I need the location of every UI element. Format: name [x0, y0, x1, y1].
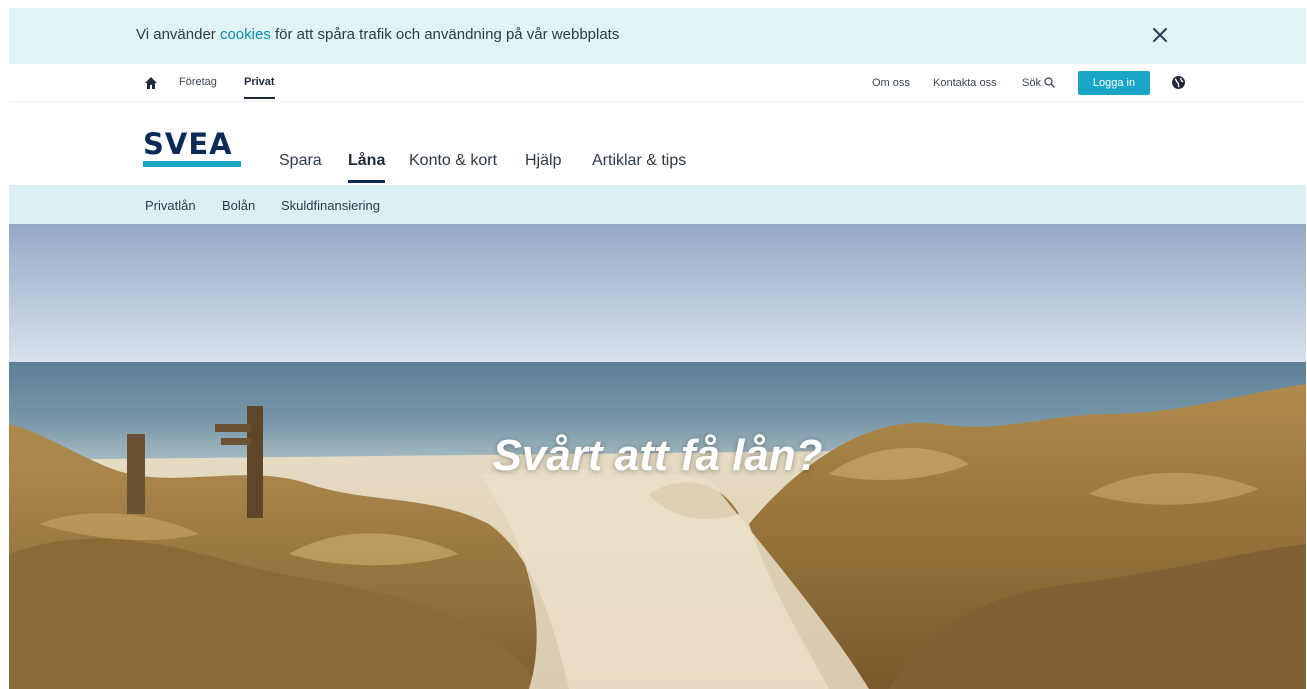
cookie-message: Vi använder cookies för att spåra trafik… [136, 26, 619, 43]
nav-konto-kort[interactable]: Konto & kort [409, 152, 497, 170]
cookie-banner: Vi använder cookies för att spåra trafik… [9, 8, 1306, 64]
segment-privat[interactable]: Privat [244, 76, 275, 99]
sub-navigation: Privatlån Bolån Skuldfinansiering [9, 185, 1306, 224]
subnav-skuldfinansiering[interactable]: Skuldfinansiering [281, 198, 380, 213]
subnav-bolan[interactable]: Bolån [222, 198, 255, 213]
login-button[interactable]: Logga in [1078, 71, 1150, 95]
nav-artiklar-tips[interactable]: Artiklar & tips [592, 152, 686, 170]
logo-underline [143, 161, 241, 167]
search-label: Sök [1022, 77, 1041, 89]
hero-banner: Svårt att få lån? [9, 224, 1306, 689]
nav-hjalp[interactable]: Hjälp [525, 152, 561, 170]
cookie-text-after: för att spåra trafik och användning på v… [270, 26, 620, 43]
logo-text: SVEA [143, 127, 233, 161]
globe-icon[interactable] [1171, 75, 1186, 90]
close-icon[interactable] [1149, 24, 1171, 46]
svea-logo[interactable]: SVEA [143, 129, 243, 169]
kontakta-oss-link[interactable]: Kontakta oss [933, 77, 997, 89]
om-oss-link[interactable]: Om oss [872, 77, 910, 89]
home-icon[interactable] [144, 76, 158, 90]
search-link[interactable]: Sök [1022, 77, 1055, 91]
cookies-link[interactable]: cookies [220, 26, 271, 43]
nav-spara[interactable]: Spara [279, 152, 322, 170]
utility-bar: Företag Privat Om oss Kontakta oss Sök L… [9, 64, 1306, 102]
page: Vi använder cookies för att spåra trafik… [9, 8, 1306, 689]
segment-foretag[interactable]: Företag [179, 76, 217, 88]
search-icon [1044, 77, 1055, 91]
nav-lana[interactable]: Låna [348, 152, 386, 183]
main-navigation: SVEA Spara Låna Konto & kort Hjälp Artik… [9, 102, 1306, 185]
hero-title: Svårt att få lån? [492, 431, 823, 480]
subnav-privatlan[interactable]: Privatlån [145, 198, 196, 213]
cookie-text-before: Vi använder [136, 26, 220, 43]
